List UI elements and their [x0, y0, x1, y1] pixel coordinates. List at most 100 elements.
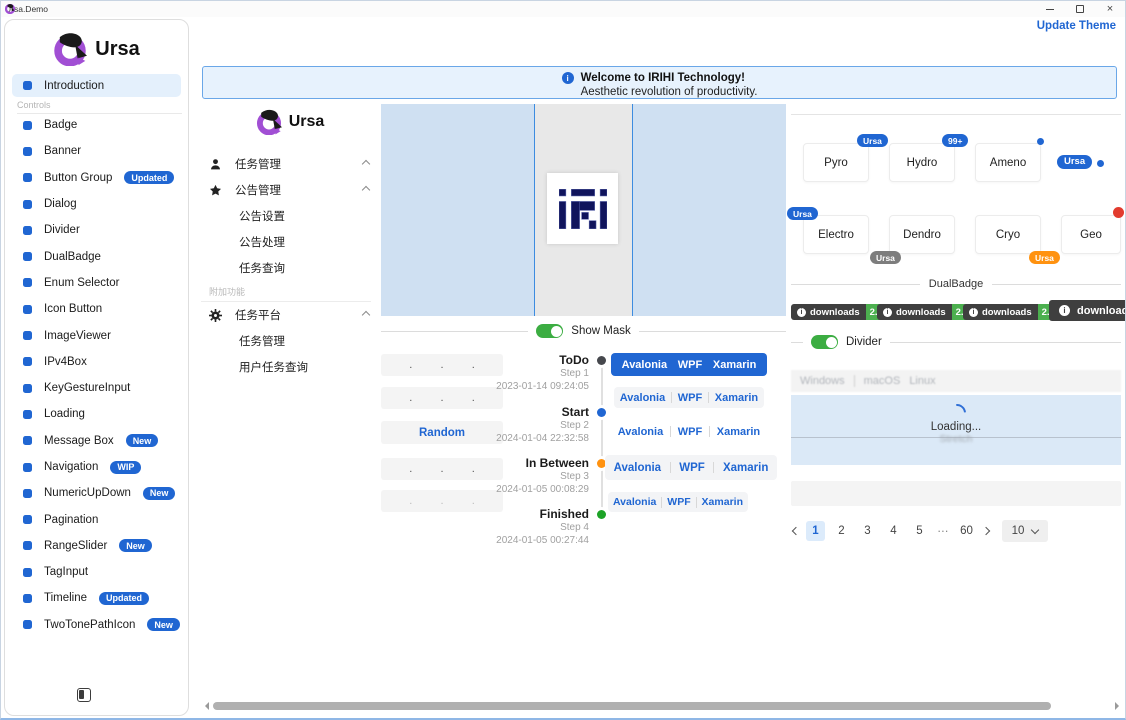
update-theme-button[interactable]: Update Theme	[1037, 20, 1116, 32]
page-button-4[interactable]: 4	[884, 521, 903, 541]
group-button-wpf[interactable]: WPF	[678, 426, 702, 438]
divider-line	[791, 114, 1121, 115]
bullet-icon	[23, 121, 32, 130]
scroll-right-icon[interactable]	[1115, 702, 1123, 710]
timeline-item: Start Step 2 2024-01-04 22:32:58	[456, 405, 589, 445]
sidebar-item-introduction[interactable]: Introduction	[12, 74, 181, 97]
bullet-icon	[23, 357, 32, 366]
timeline-dot-todo	[597, 356, 606, 365]
menu-group-announcement[interactable]: 公告管理	[201, 177, 379, 203]
prev-page-icon[interactable]	[792, 527, 800, 535]
group-button-avalonia[interactable]: Avalonia	[622, 359, 667, 371]
bullet-icon	[23, 541, 32, 550]
sidebar-item-icon-button[interactable]: Icon Button	[5, 296, 188, 322]
group-button-wpf[interactable]: WPF	[667, 496, 690, 508]
timeline-item: ToDo Step 1 2023-01-14 09:24:05	[456, 353, 589, 393]
menu-item-announcement-settings[interactable]: 公告设置	[201, 203, 379, 229]
timeline-connector	[601, 363, 603, 517]
page-button-60[interactable]: 60	[957, 521, 976, 541]
sidebar-item-dualbadge[interactable]: DualBadge	[5, 243, 188, 269]
sidebar-item-banner[interactable]: Banner	[5, 138, 188, 164]
page-button-3[interactable]: 3	[858, 521, 877, 541]
bullet-icon	[23, 81, 32, 90]
group-button-xamarin[interactable]: Xamarin	[717, 426, 760, 438]
badge-dot	[1097, 160, 1104, 167]
sidebar-section-label: Controls	[17, 100, 51, 110]
sidebar-item-taginput[interactable]: TagInput	[5, 559, 188, 585]
menu-item-task-query[interactable]: 任务查询	[201, 255, 379, 281]
menu-group-task-mgmt[interactable]: 任务管理	[201, 151, 379, 177]
sidebar-item-badge[interactable]: Badge	[5, 112, 188, 138]
status-badge: Updated	[124, 171, 174, 184]
badge-card-electro: Electro	[803, 215, 869, 254]
status-badge: New	[119, 539, 152, 552]
ursa-logo-icon	[256, 109, 282, 135]
sidebar-item-navigation[interactable]: NavigationWIP	[5, 454, 188, 480]
sidebar-item-message-box[interactable]: Message BoxNew	[5, 428, 188, 454]
group-button-xamarin[interactable]: Xamarin	[723, 462, 768, 474]
maximize-button[interactable]	[1065, 1, 1095, 17]
button-group-light: Avalonia WPF Xamarin	[614, 387, 764, 408]
divider-line	[381, 331, 528, 332]
group-button-wpf[interactable]: WPF	[679, 462, 705, 474]
menu-item-task-mgmt[interactable]: 任务管理	[201, 328, 379, 354]
button-group-large: Avalonia WPF Xamarin	[605, 455, 777, 480]
minimize-icon	[1046, 9, 1054, 10]
info-icon	[1059, 305, 1070, 316]
app-window: Ursa.Demo × Update Theme Ursa Introducti…	[0, 0, 1126, 720]
group-button-xamarin[interactable]: Xamarin	[713, 359, 756, 371]
group-button-xamarin[interactable]: Xamarin	[702, 496, 743, 508]
next-page-icon[interactable]	[982, 527, 990, 535]
group-button-wpf[interactable]: WPF	[678, 359, 702, 371]
group-button-avalonia[interactable]: Avalonia	[614, 462, 662, 474]
divider-toggle[interactable]	[811, 335, 838, 349]
group-button-avalonia[interactable]: Avalonia	[613, 496, 656, 508]
sidebar-item-twotonepathicon[interactable]: TwoTonePathIconNew	[5, 612, 188, 638]
horizontal-scrollbar-thumb[interactable]	[213, 702, 1051, 710]
sidebar-item-loading[interactable]: Loading	[5, 401, 188, 427]
collapse-sidebar-icon[interactable]	[77, 688, 91, 702]
sidebar-list: Badge Banner Button GroupUpdated Dialog …	[5, 112, 188, 638]
menu-item-announcement-handling[interactable]: 公告处理	[201, 229, 379, 255]
group-button-avalonia[interactable]: Avalonia	[618, 426, 663, 438]
chevron-down-icon	[1031, 525, 1039, 533]
badge-card-hydro: Hydro	[889, 143, 955, 182]
sidebar-item-imageviewer[interactable]: ImageViewer	[5, 322, 188, 348]
status-badge: New	[126, 434, 159, 447]
group-button-xamarin[interactable]: Xamarin	[715, 392, 758, 404]
sidebar-item-dialog[interactable]: Dialog	[5, 191, 188, 217]
star-icon	[209, 184, 222, 197]
tab-strip-disabled: Windows macOS Linux	[791, 370, 1121, 392]
info-icon	[883, 308, 892, 317]
chevron-up-icon	[362, 186, 370, 194]
page-button-5[interactable]: 5	[910, 521, 929, 541]
page-size-select[interactable]: 10	[1002, 520, 1048, 542]
menu-group-task-platform[interactable]: 任务平台	[201, 302, 379, 328]
chevron-up-icon	[362, 160, 370, 168]
minimize-button[interactable]	[1035, 1, 1065, 17]
sidebar-item-pagination[interactable]: Pagination	[5, 506, 188, 532]
gear-icon	[209, 309, 222, 322]
sidebar-item-button-group[interactable]: Button GroupUpdated	[5, 165, 188, 191]
sidebar-item-keygestureinput[interactable]: KeyGestureInput	[5, 375, 188, 401]
sidebar-item-divider[interactable]: Divider	[5, 217, 188, 243]
badge-card-pyro: Pyro	[803, 143, 869, 182]
show-mask-toggle[interactable]	[536, 324, 563, 338]
close-button[interactable]: ×	[1095, 1, 1125, 17]
group-button-avalonia[interactable]: Avalonia	[620, 392, 665, 404]
bullet-icon	[23, 305, 32, 314]
menu-item-user-task-query[interactable]: 用户任务查询	[201, 354, 379, 380]
scroll-left-icon[interactable]	[201, 702, 209, 710]
timeline-dot-finished	[597, 510, 606, 519]
sidebar-item-rangeslider[interactable]: RangeSliderNew	[5, 533, 188, 559]
image-viewer[interactable]	[381, 104, 786, 316]
page-button-2[interactable]: 2	[832, 521, 851, 541]
sidebar-item-numericupdown[interactable]: NumericUpDownNew	[5, 480, 188, 506]
button-group-solid: Avalonia WPF Xamarin	[611, 353, 767, 376]
sidebar-item-timeline[interactable]: TimelineUpdated	[5, 585, 188, 611]
sidebar-item-ipv4box[interactable]: IPv4Box	[5, 349, 188, 375]
sidebar-logo: Ursa	[5, 32, 188, 66]
group-button-wpf[interactable]: WPF	[678, 392, 702, 404]
page-button-1[interactable]: 1	[806, 521, 825, 541]
sidebar-item-enum-selector[interactable]: Enum Selector	[5, 270, 188, 296]
